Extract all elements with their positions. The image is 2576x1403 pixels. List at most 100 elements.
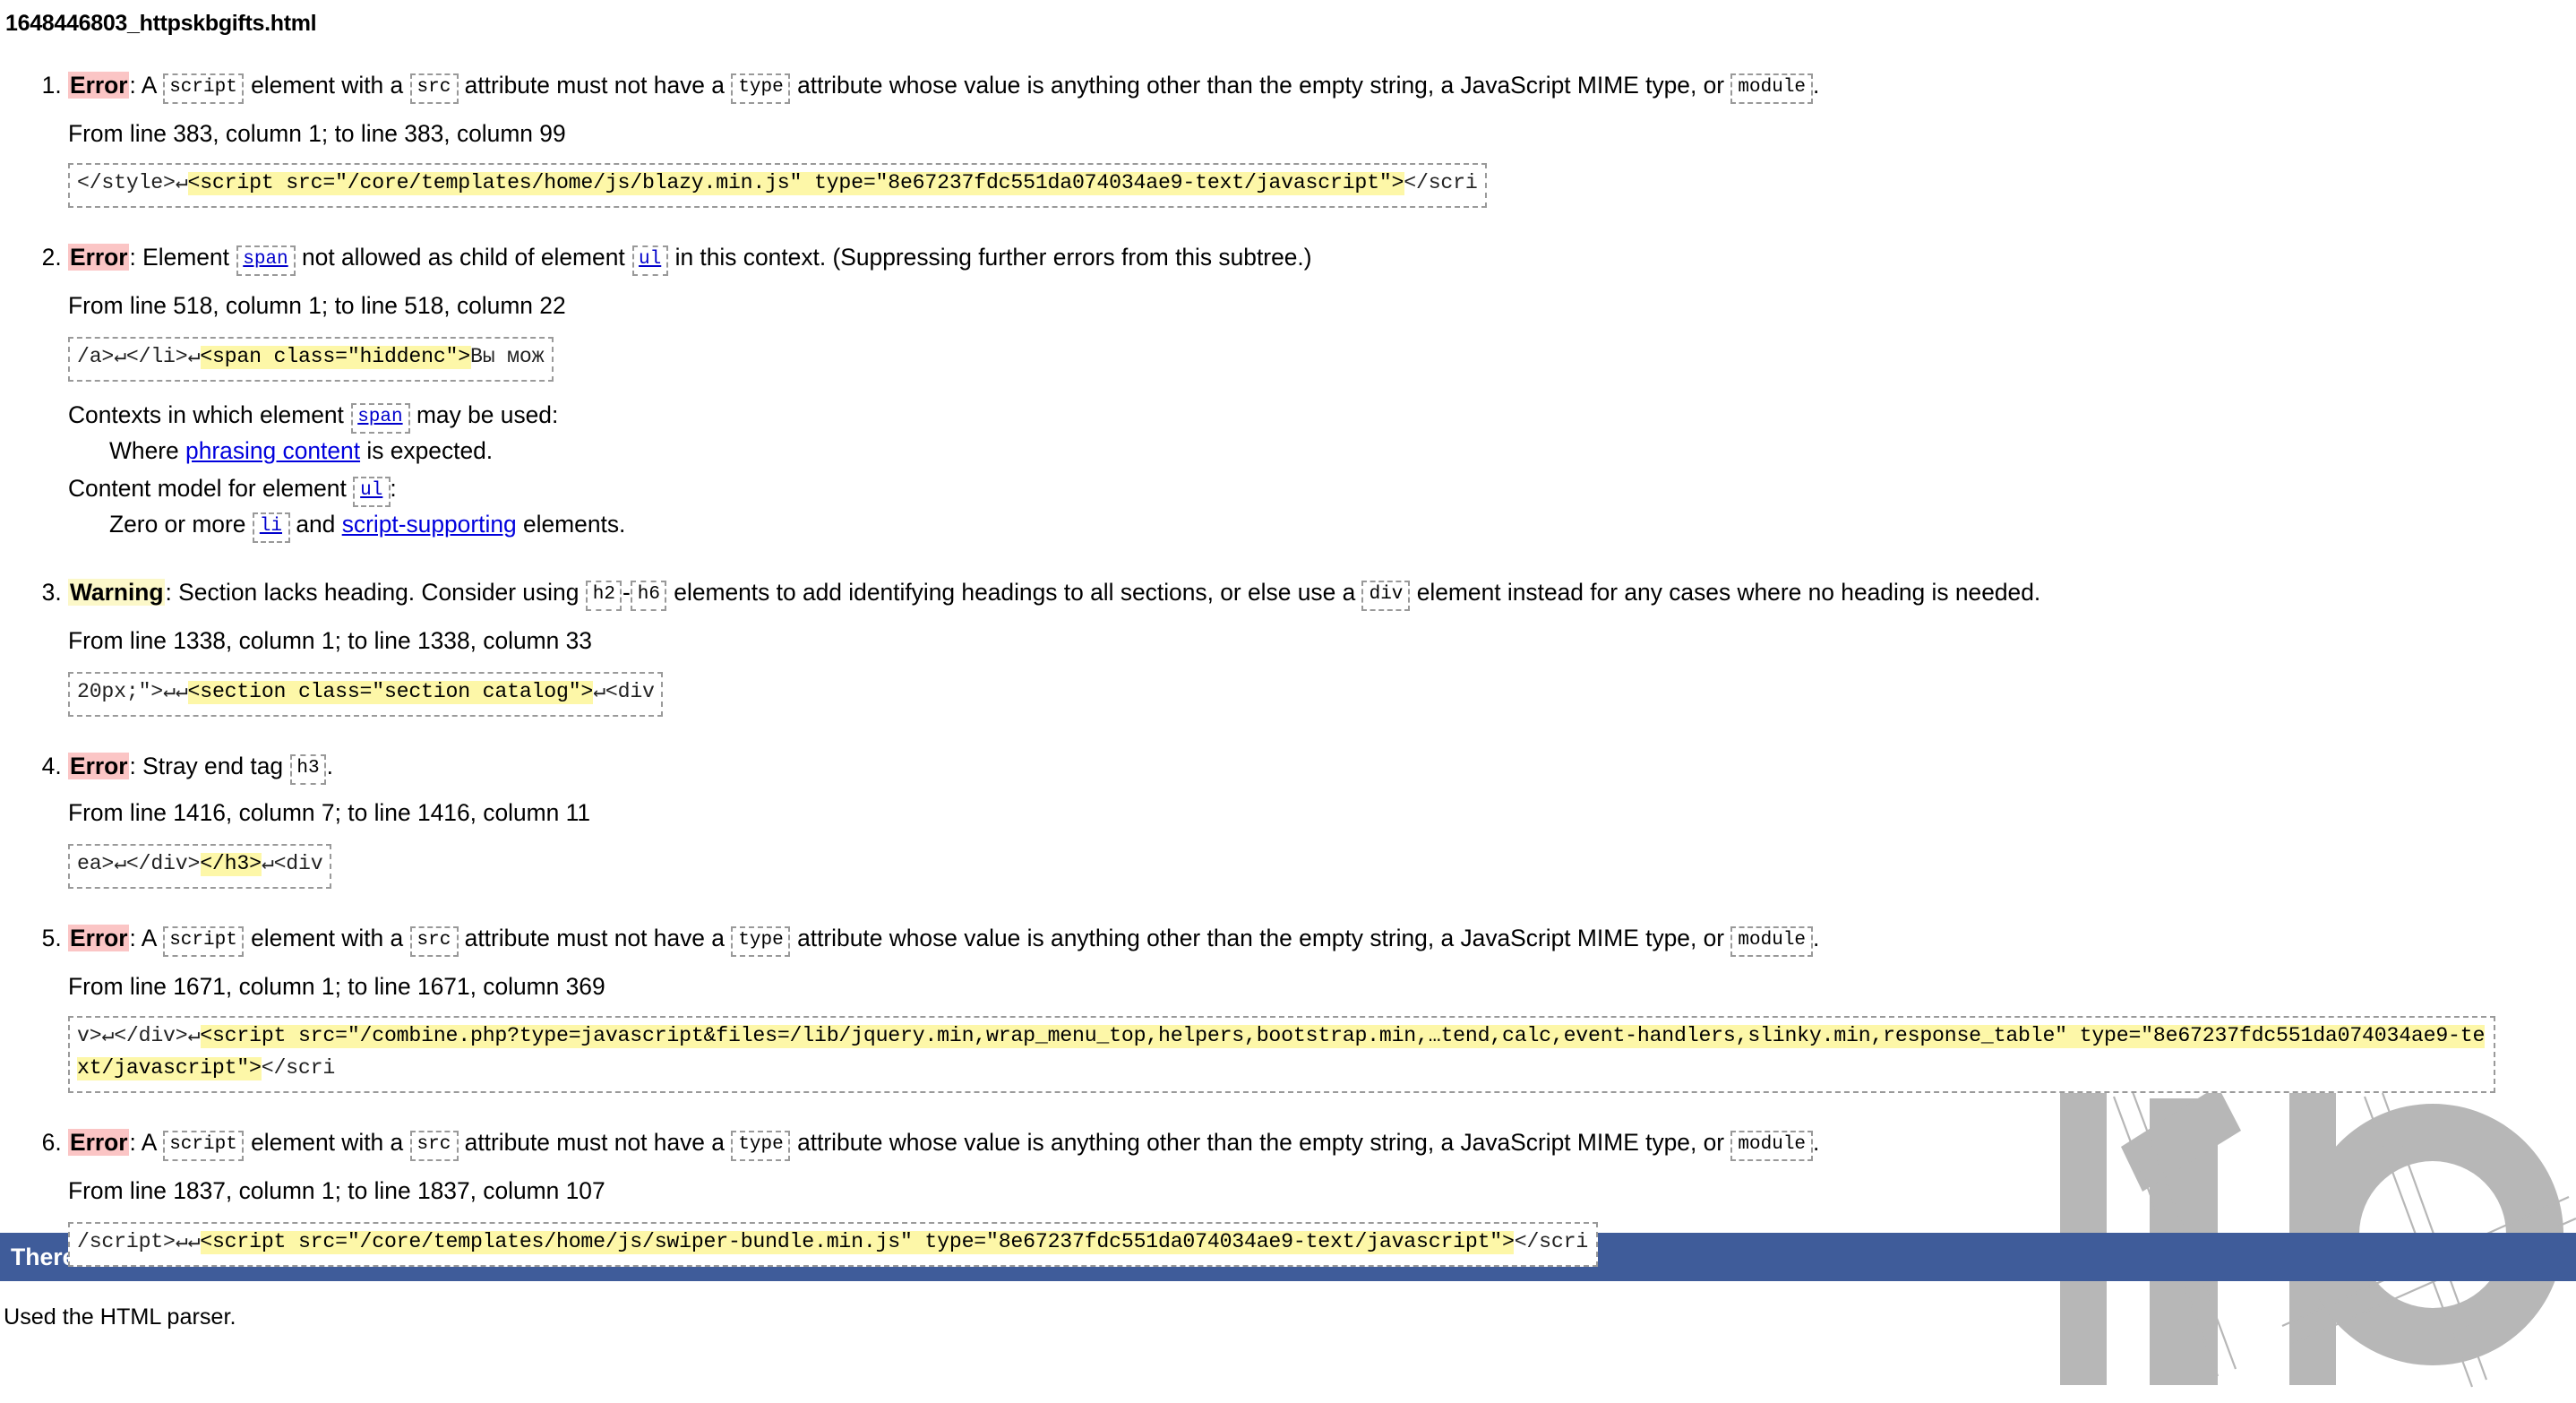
status-badge: Warning xyxy=(68,579,166,607)
contexts-label-end: may be used: xyxy=(409,400,559,428)
message-fragment: : Stray end tag xyxy=(129,752,290,779)
source-extract: /a>↵</li>↵<span class="hiddenc">Вы мож xyxy=(68,336,554,382)
source-extract: </style>↵<script src="/core/templates/ho… xyxy=(68,163,1487,209)
message-fragment: attribute must not have a xyxy=(458,1129,732,1157)
code-chip: type xyxy=(731,73,791,104)
message-fragment: : A xyxy=(129,1129,163,1157)
source-location: From line 1837, column 1; to line 1837, … xyxy=(68,1176,605,1204)
extract-highlight: <script src="/core/templates/home/js/swi… xyxy=(200,1230,1515,1254)
source-extract: v>↵</div>↵<script src="/combine.php?type… xyxy=(68,1016,2495,1094)
source-location: From line 1671, column 1; to line 1671, … xyxy=(68,972,605,1000)
code-chip: type xyxy=(731,1131,791,1162)
content-model-item: Zero or more li and script-supporting el… xyxy=(109,507,2576,544)
contexts-label: Contexts in which element xyxy=(68,400,351,428)
status-badge: Error xyxy=(68,925,130,952)
contexts-item-suffix: is expected. xyxy=(360,437,494,465)
phrasing-content-link[interactable]: phrasing content xyxy=(185,437,360,464)
source-location: From line 1338, column 1; to line 1338, … xyxy=(68,626,592,654)
code-chip[interactable]: span xyxy=(236,245,296,277)
extract-after: </scri xyxy=(1404,172,1478,196)
message-text: Error: A script element with a src attri… xyxy=(68,925,2576,958)
message-fragment: element with a xyxy=(244,72,410,99)
message-text: Error: A script element with a src attri… xyxy=(68,72,2576,104)
status-badge: Error xyxy=(68,72,130,99)
code-chip: src xyxy=(409,73,459,104)
status-badge: Error xyxy=(68,1129,130,1157)
message-fragment: . xyxy=(1813,1129,1820,1157)
message-fragment: . xyxy=(1813,72,1820,99)
extract-before: /a>↵</li>↵ xyxy=(77,345,201,369)
content-item-prefix: Zero or more xyxy=(109,510,253,538)
content-item-mid: and xyxy=(289,510,342,538)
contexts-item-prefix: Where xyxy=(109,437,186,465)
content-model-detail: Contexts in which element span may be us… xyxy=(68,397,2576,544)
extract-highlight: <span class="hiddenc"> xyxy=(200,345,470,369)
validator-results-page: 1648446803_httpskbgifts.html Error: A sc… xyxy=(0,0,2576,1388)
code-link-span[interactable]: span xyxy=(243,250,288,271)
code-chip: module xyxy=(1730,73,1814,104)
code-chip: src xyxy=(409,926,459,958)
content-model-label-end: : xyxy=(390,474,397,502)
extract-before: </style>↵ xyxy=(77,172,188,196)
status-badge: Error xyxy=(68,244,130,271)
list-item: Error: Element span not allowed as child… xyxy=(68,244,2576,544)
message-fragment: . xyxy=(326,752,333,779)
contexts-item: Where phrasing content is expected. xyxy=(109,434,2576,470)
extract-after: Вы мож xyxy=(470,345,545,369)
source-location: From line 518, column 1; to line 518, co… xyxy=(68,291,566,319)
message-fragment: elements to add identifying headings to … xyxy=(666,579,1362,607)
message-fragment: element instead for any cases where no h… xyxy=(1410,579,2041,607)
status-badge: Error xyxy=(68,752,130,779)
code-chip: script xyxy=(162,1131,245,1162)
message-fragment: : A xyxy=(129,72,163,99)
message-text: Error: A script element with a src attri… xyxy=(68,1129,2576,1162)
list-item: Error: A script element with a src attri… xyxy=(68,72,2576,209)
source-extract: ea>↵</div></h3>↵<div xyxy=(68,844,332,890)
message-fragment: element with a xyxy=(244,1129,410,1157)
message-fragment: : A xyxy=(129,925,163,952)
source-location: From line 1416, column 7; to line 1416, … xyxy=(68,799,591,827)
extract-before: v>↵</div>↵ xyxy=(77,1025,201,1049)
code-chip: h2 xyxy=(585,581,623,612)
message-fragment: . xyxy=(1813,925,1820,952)
validation-results-list: Error: A script element with a src attri… xyxy=(0,72,2576,1302)
code-link-span[interactable]: span xyxy=(357,406,402,427)
code-chip[interactable]: ul xyxy=(353,476,391,507)
extract-before: 20px;">↵↵ xyxy=(77,680,188,704)
extract-highlight: <script src="/core/templates/home/js/bla… xyxy=(187,172,1404,196)
extract-after: </scri xyxy=(261,1057,336,1081)
source-location: From line 383, column 1; to line 383, co… xyxy=(68,119,566,146)
message-fragment: not allowed as child of element xyxy=(295,244,632,271)
message-fragment: attribute must not have a xyxy=(458,72,732,99)
source-extract: /script>↵↵<script src="/core/templates/h… xyxy=(68,1221,1598,1267)
list-item: Warning: Section lacks heading. Consider… xyxy=(68,579,2576,717)
message-fragment: attribute must not have a xyxy=(458,925,732,952)
content-model-label: Content model for element xyxy=(68,474,354,502)
message-fragment: attribute whose value is anything other … xyxy=(790,72,1731,99)
content-item-suffix: elements. xyxy=(516,510,626,538)
extract-before: /script>↵↵ xyxy=(77,1230,201,1254)
code-chip: type xyxy=(731,926,791,958)
code-link-ul[interactable]: ul xyxy=(360,479,382,501)
message-fragment: attribute whose value is anything other … xyxy=(790,925,1731,952)
parser-note: Used the HTML parser. xyxy=(4,1304,236,1330)
extract-after: ↵<div xyxy=(593,680,655,704)
code-chip: div xyxy=(1361,581,1411,612)
message-text: Error: Stray end tag h3. xyxy=(68,752,2576,785)
message-fragment: element with a xyxy=(244,925,410,952)
code-link-li[interactable]: li xyxy=(260,516,282,538)
list-item: Error: Stray end tag h3. From line 1416,… xyxy=(68,752,2576,890)
code-chip[interactable]: li xyxy=(252,512,289,543)
message-fragment: : Element xyxy=(129,244,236,271)
script-supporting-link[interactable]: script-supporting xyxy=(342,511,517,538)
extract-before: ea>↵</div> xyxy=(77,853,201,877)
extract-highlight: <section class="section catalog"> xyxy=(187,680,594,704)
source-extract: 20px;">↵↵<section class="section catalog… xyxy=(68,671,664,717)
code-chip[interactable]: span xyxy=(350,402,410,434)
code-link-ul[interactable]: ul xyxy=(639,250,661,271)
code-chip[interactable]: ul xyxy=(631,245,669,277)
message-text: Warning: Section lacks heading. Consider… xyxy=(68,579,2576,612)
contexts-line: Contexts in which element span may be us… xyxy=(68,397,2576,434)
code-chip: script xyxy=(162,73,245,104)
code-chip: module xyxy=(1730,926,1814,958)
